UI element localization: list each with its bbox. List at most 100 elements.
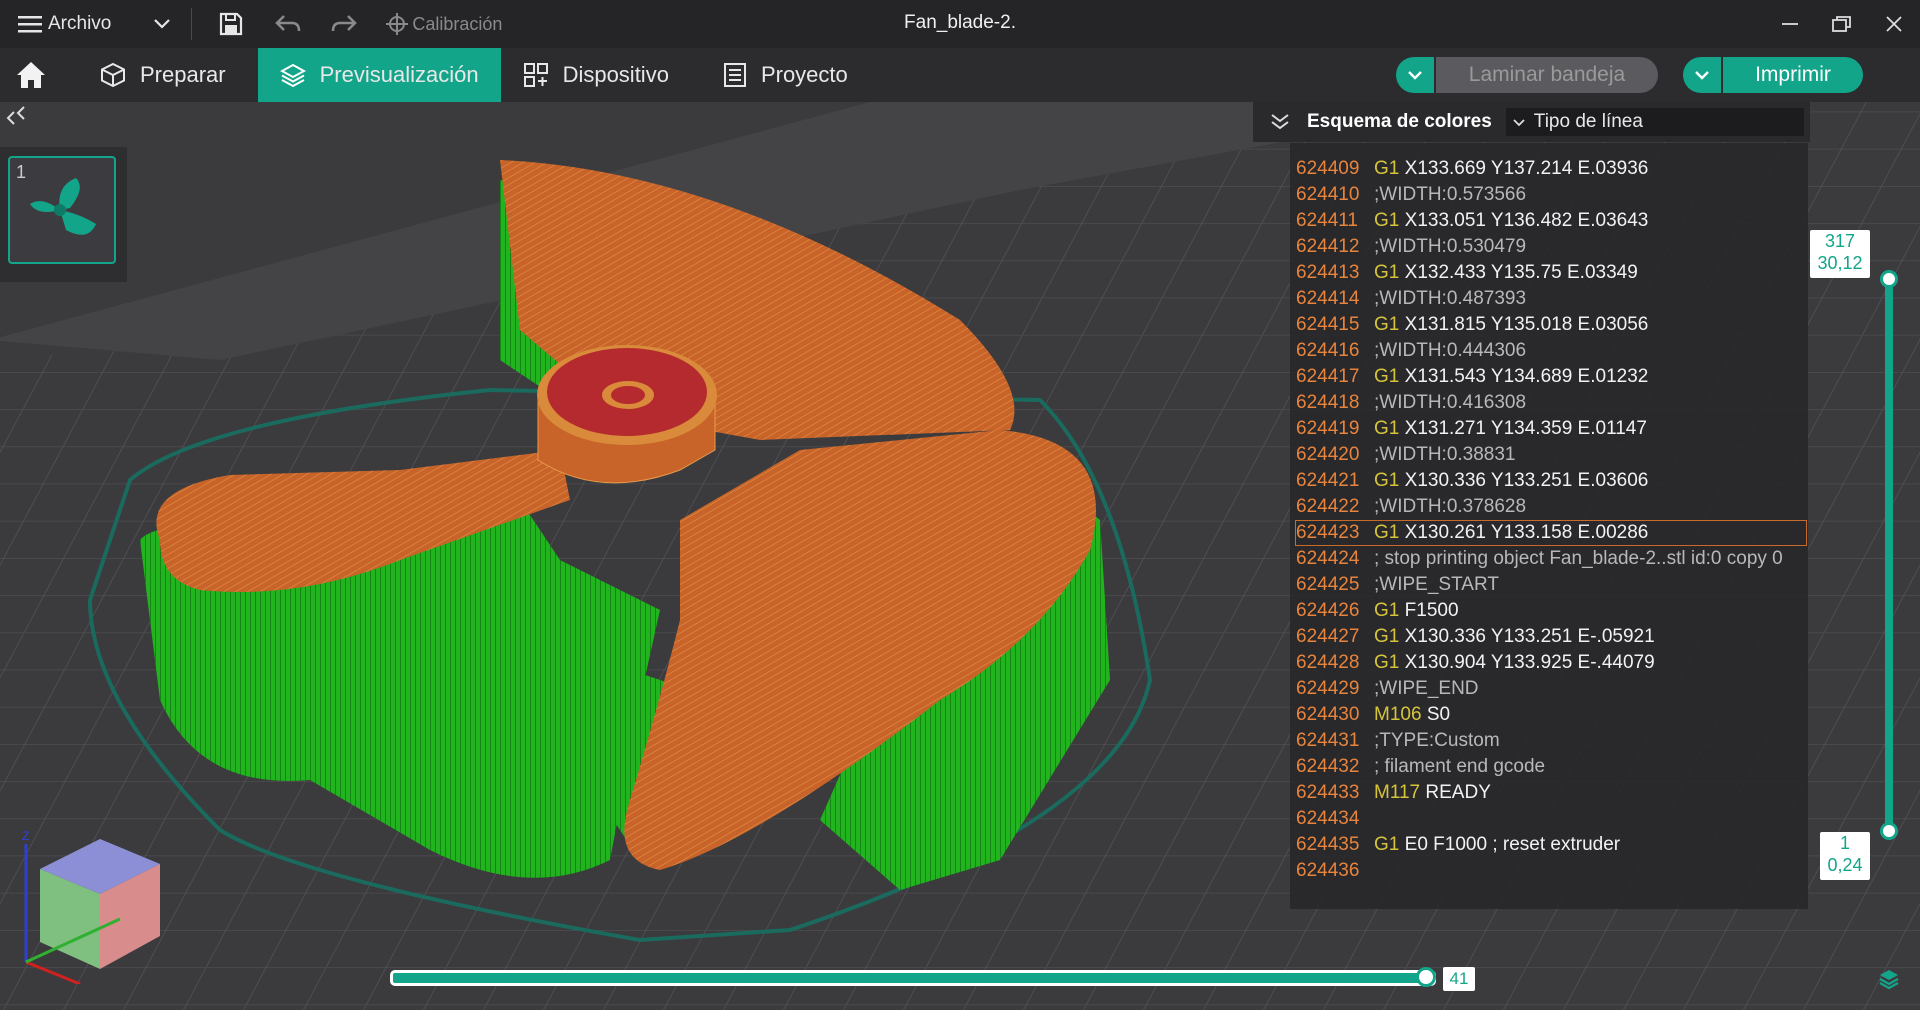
move-slider[interactable]	[390, 970, 1436, 986]
gcode-line[interactable]: 624434	[1296, 807, 1374, 831]
gcode-command: G1	[1374, 626, 1400, 647]
minimize-button[interactable]	[1764, 0, 1816, 48]
gcode-comment: ;WIDTH:0.573566	[1374, 184, 1527, 205]
tab-prepare[interactable]: Preparar	[78, 48, 248, 102]
gcode-line[interactable]: 624427 G1 X130.336 Y133.251 E-.05921	[1296, 625, 1655, 649]
layer-slider-bottom-handle[interactable]	[1880, 822, 1898, 840]
gcode-line[interactable]: 624435 G1 E0 F1000 ; reset extruder	[1296, 833, 1620, 857]
gcode-line[interactable]: 624413 G1 X132.433 Y135.75 E.03349	[1296, 261, 1638, 285]
gcode-line[interactable]: 624416 ;WIDTH:0.444306	[1296, 339, 1526, 363]
gcode-comment: ;TYPE:Custom	[1374, 730, 1500, 751]
gcode-comment: ;WIDTH:0.487393	[1374, 288, 1527, 309]
gcode-arguments: X130.904 Y133.925 E-.44079	[1404, 652, 1655, 673]
gcode-line[interactable]: 624424 ; stop printing object Fan_blade-2…	[1296, 547, 1783, 571]
color-scheme-header: Esquema de colores Tipo de línea	[1253, 102, 1810, 142]
layers-icon	[279, 63, 306, 88]
print-options-button[interactable]	[1683, 57, 1721, 93]
gcode-command: G1	[1374, 522, 1400, 543]
gcode-comment: ;WIPE_END	[1374, 678, 1479, 699]
gcode-line-number: 624415	[1296, 314, 1360, 335]
file-menu[interactable]: Archivo	[18, 13, 171, 35]
home-icon	[17, 62, 45, 88]
gcode-line[interactable]: 624415 G1 X131.815 Y135.018 E.03056	[1296, 313, 1648, 337]
gcode-command: G1	[1374, 470, 1400, 491]
slice-plate-button[interactable]: Laminar bandeja	[1436, 57, 1658, 93]
gcode-line[interactable]: 624420 ;WIDTH:0.38831	[1296, 443, 1516, 467]
gcode-line[interactable]: 624422 ;WIDTH:0.378628	[1296, 495, 1526, 519]
top-layer-height: 30,12	[1817, 253, 1863, 273]
gcode-line[interactable]: 624430 M106 S0	[1296, 703, 1450, 727]
gcode-line[interactable]: 624436	[1296, 859, 1374, 883]
slice-options-button[interactable]	[1396, 57, 1434, 93]
color-scheme-dropdown[interactable]: Tipo de línea	[1505, 108, 1804, 136]
calibration-button[interactable]: Calibración	[386, 13, 502, 35]
gcode-line[interactable]: 624421 G1 X130.336 Y133.251 E.03606	[1296, 469, 1648, 493]
gcode-arguments: X133.051 Y136.482 E.03643	[1404, 210, 1649, 231]
gcode-command: G1	[1374, 600, 1400, 621]
tab-project[interactable]: Proyecto	[701, 48, 870, 102]
close-icon	[1886, 16, 1902, 32]
gcode-line[interactable]: 624423 G1 X130.261 Y133.158 E.00286	[1295, 520, 1807, 546]
layer-slider-top-handle[interactable]	[1880, 270, 1898, 288]
save-icon[interactable]	[218, 11, 244, 37]
gcode-line-number: 624424	[1296, 548, 1360, 569]
gcode-line[interactable]: 624429 ;WIPE_END	[1296, 677, 1479, 701]
double-chevron-down-icon[interactable]	[1269, 112, 1291, 132]
collapse-panel-button[interactable]	[4, 106, 30, 136]
gcode-line-number: 624435	[1296, 834, 1360, 855]
plate-thumbnail[interactable]: 1	[8, 156, 116, 264]
gcode-line-number: 624423	[1296, 522, 1360, 543]
gcode-arguments: X130.336 Y133.251 E.03606	[1404, 470, 1649, 491]
close-button[interactable]	[1868, 0, 1920, 48]
calibration-label: Calibración	[412, 13, 503, 34]
layers-toggle-icon[interactable]	[1878, 968, 1900, 990]
gcode-line[interactable]: 624426 G1 F1500	[1296, 599, 1459, 623]
home-button[interactable]	[2, 48, 60, 102]
gcode-command: M117	[1374, 782, 1421, 803]
view-orientation-cube[interactable]: Z	[20, 824, 160, 984]
tab-device[interactable]: Dispositivo	[501, 48, 691, 102]
window-controls	[1764, 0, 1920, 48]
chevron-down-icon[interactable]	[153, 18, 171, 30]
gcode-arguments: X130.336 Y133.251 E-.05921	[1404, 626, 1655, 647]
gcode-line-number: 624436	[1296, 860, 1360, 881]
undo-icon[interactable]	[274, 13, 302, 35]
print-button[interactable]: Imprimir	[1723, 57, 1863, 93]
gcode-line[interactable]: 624433 M117 READY	[1296, 781, 1491, 805]
move-slider-handle[interactable]	[1416, 967, 1436, 987]
chevron-down-icon	[1513, 119, 1525, 127]
chevron-down-icon	[1695, 71, 1709, 80]
gcode-line[interactable]: 624417 G1 X131.543 Y134.689 E.01232	[1296, 365, 1648, 389]
gcode-line[interactable]: 624410 ;WIDTH:0.573566	[1296, 183, 1526, 207]
gcode-line[interactable]: 624418 ;WIDTH:0.416308	[1296, 391, 1526, 415]
color-scheme-selected: Tipo de línea	[1533, 111, 1643, 132]
gcode-line[interactable]: 624431 ;TYPE:Custom	[1296, 729, 1500, 753]
redo-icon[interactable]	[330, 13, 358, 35]
gcode-line-number: 624414	[1296, 288, 1360, 309]
gcode-line-number: 624419	[1296, 418, 1360, 439]
gcode-arguments: X132.433 Y135.75 E.03349	[1404, 262, 1638, 283]
gcode-arguments: E0 F1000	[1404, 834, 1488, 855]
gcode-command: G1	[1374, 652, 1400, 673]
gcode-line[interactable]: 624432 ; filament end gcode	[1296, 755, 1545, 779]
gcode-line[interactable]: 624428 G1 X130.904 Y133.925 E-.44079	[1296, 651, 1655, 675]
gcode-line-number: 624432	[1296, 756, 1360, 777]
gcode-line[interactable]: 624411 G1 X133.051 Y136.482 E.03643	[1296, 209, 1648, 233]
gcode-line[interactable]: 624409 G1 X133.669 Y137.214 E.03936	[1296, 157, 1648, 181]
gcode-line[interactable]: 624414 ;WIDTH:0.487393	[1296, 287, 1526, 311]
gcode-line-number: 624427	[1296, 626, 1360, 647]
tab-preview[interactable]: Previsualización	[257, 48, 501, 102]
gcode-line-number: 624428	[1296, 652, 1360, 673]
bottom-layer-height: 0,24	[1827, 855, 1863, 875]
gcode-line[interactable]: 624425 ;WIPE_START	[1296, 573, 1499, 597]
layer-slider[interactable]	[1885, 278, 1893, 832]
gcode-line[interactable]: 624419 G1 X131.271 Y134.359 E.01147	[1296, 417, 1647, 441]
restore-button[interactable]	[1816, 0, 1868, 48]
gcode-command: G1	[1374, 210, 1400, 231]
gcode-line[interactable]: 624412 ;WIDTH:0.530479	[1296, 235, 1526, 259]
cube-icon	[101, 62, 125, 88]
gcode-command: G1	[1374, 158, 1400, 179]
slice-button-group: Laminar bandeja	[1396, 57, 1658, 93]
tab-prepare-label: Preparar	[140, 62, 226, 87]
gcode-line-number: 624412	[1296, 236, 1360, 257]
